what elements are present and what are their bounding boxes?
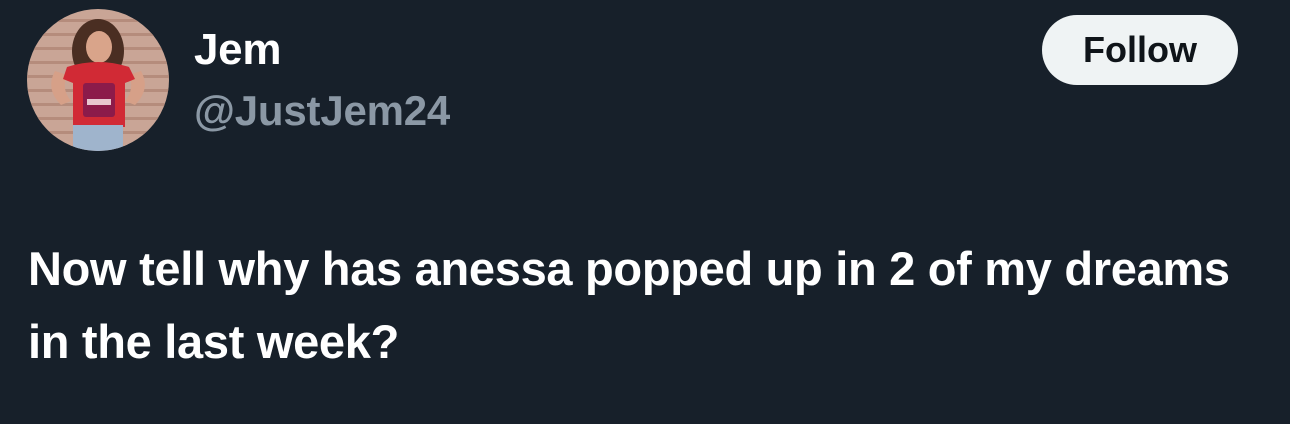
tweet-text: Now tell why has anessa popped up in 2 o… (28, 242, 1230, 368)
avatar[interactable] (27, 9, 169, 151)
follow-button[interactable]: Follow (1042, 15, 1238, 85)
profile-photo-icon (27, 9, 169, 151)
tweet-card: Jem @JustJem24 Follow Now tell why has a… (0, 0, 1290, 424)
user-handle[interactable]: @JustJem24 (194, 86, 450, 136)
display-name[interactable]: Jem (194, 24, 281, 76)
